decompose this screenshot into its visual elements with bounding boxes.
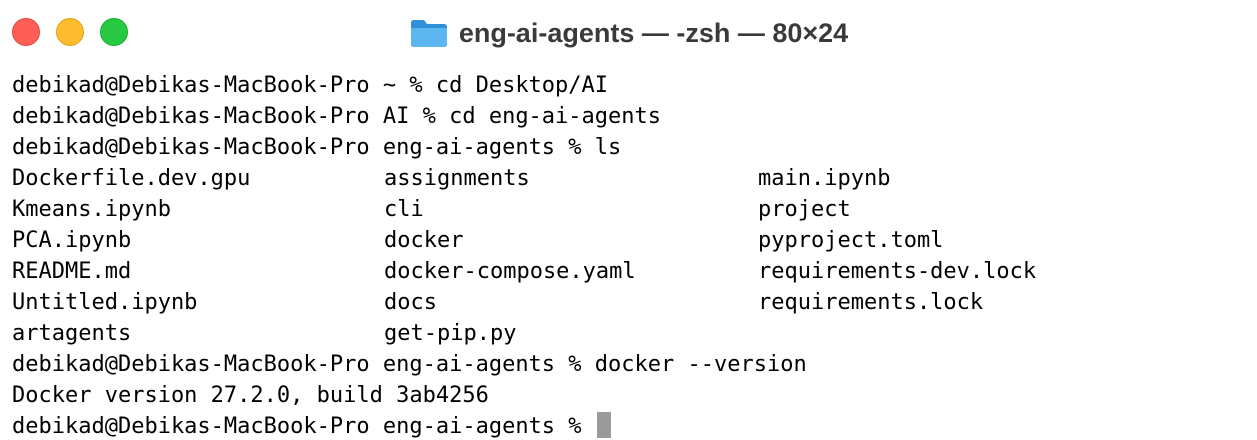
terminal-line: debikad@Debikas-MacBook-Pro eng-ai-agent…: [12, 352, 807, 377]
ls-entry: requirements-dev.lock: [758, 259, 1037, 284]
terminal-line: debikad@Debikas-MacBook-Pro ~ % cd Deskt…: [12, 73, 609, 98]
terminal-line: Docker version 27.2.0, build 3ab4256: [12, 383, 489, 408]
ls-entry: docker: [384, 228, 464, 253]
ls-entry: pyproject.toml: [758, 228, 944, 253]
ls-entry: Untitled.ipynb: [12, 290, 198, 315]
ls-entry: Dockerfile.dev.gpu: [12, 166, 251, 191]
ls-entry: get-pip.py: [384, 321, 517, 346]
ls-output-row: Kmeans.ipynb cli project: [12, 194, 1252, 225]
ls-entry: main.ipynb: [758, 166, 891, 191]
ls-entry: docs: [384, 290, 437, 315]
ls-entry: artagents: [12, 321, 132, 346]
terminal-content[interactable]: debikad@Debikas-MacBook-Pro ~ % cd Deskt…: [12, 70, 1252, 440]
ls-entry: README.md: [12, 259, 132, 284]
ls-output-row: Untitled.ipynb docs requirements.lock: [12, 287, 1252, 318]
ls-output-row: PCA.ipynb docker pyproject.toml: [12, 225, 1252, 256]
window-title-area: eng-ai-agents — -zsh — 80×24: [0, 0, 1257, 66]
ls-entry: project: [758, 197, 851, 222]
ls-output-row: README.md docker-compose.yaml requiremen…: [12, 256, 1252, 287]
ls-entry: requirements.lock: [758, 290, 984, 315]
title-bar[interactable]: eng-ai-agents — -zsh — 80×24: [0, 0, 1257, 70]
ls-entry: docker-compose.yaml: [384, 259, 636, 284]
current-prompt-line[interactable]: debikad@Debikas-MacBook-Pro eng-ai-agent…: [12, 411, 1252, 440]
ls-entry: assignments: [384, 166, 530, 191]
ls-entry: PCA.ipynb: [12, 228, 132, 253]
ls-entry: cli: [384, 197, 424, 222]
window-title: eng-ai-agents — -zsh — 80×24: [458, 17, 849, 48]
terminal-line: debikad@Debikas-MacBook-Pro eng-ai-agent…: [12, 135, 622, 160]
terminal-line: debikad@Debikas-MacBook-Pro AI % cd eng-…: [12, 104, 662, 129]
text-cursor: [596, 412, 611, 438]
terminal-window: eng-ai-agents — -zsh — 80×24 debikad@Deb…: [0, 0, 1257, 440]
ls-entry: Kmeans.ipynb: [12, 197, 171, 222]
folder-icon: [410, 20, 447, 47]
current-prompt: debikad@Debikas-MacBook-Pro eng-ai-agent…: [12, 414, 595, 439]
ls-output-row: Dockerfile.dev.gpu assignments main.ipyn…: [12, 163, 1252, 194]
ls-output-row: artagents get-pip.py: [12, 318, 1252, 349]
